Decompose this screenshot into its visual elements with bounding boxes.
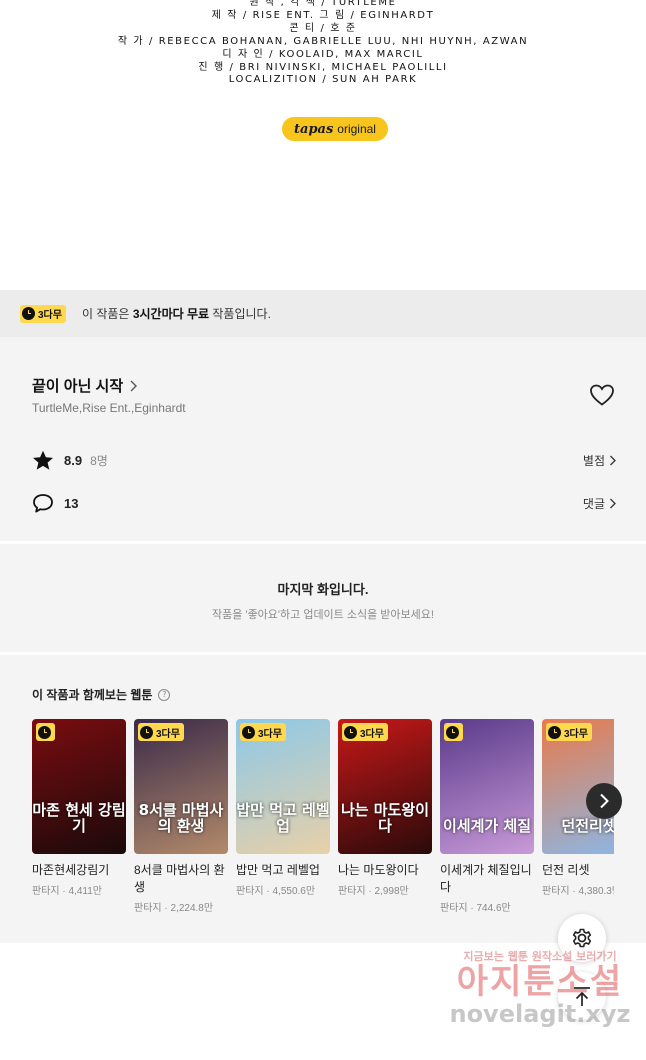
recommendation-meta: 판타지 · 4,380.3만 <box>542 886 614 897</box>
last-episode-heading: 마지막 화입니다. <box>277 582 369 597</box>
credit-line: 콘 티 / 호 준 <box>289 22 357 34</box>
chevron-right-icon <box>610 455 616 466</box>
series-info: 끝이 아닌 시작 TurtleMe,Rise Ent.,Eginhardt 8.… <box>0 337 646 541</box>
credit-line: 작 가 / REBECCA BOHANAN, GABRIELLE LUU, NH… <box>117 35 529 47</box>
like-heart-button[interactable] <box>589 383 615 407</box>
recommendation-card[interactable]: 3다무 밥만 먹고 레벨업 밥만 먹고 레벨업 판타지 · 4,550.6만 <box>236 719 330 914</box>
cover-title: 8서클 마법사의 환생 <box>138 801 224 835</box>
wait-free-label: 3다무 <box>564 728 588 740</box>
credit-line: 원 작 , 각 색 / TURTLEME <box>249 0 397 8</box>
watermark-line3: novelagit.xyz <box>449 1000 631 1028</box>
tapas-original-label: original <box>337 122 376 136</box>
recommendation-title: 이세계가 체질입니다 <box>440 863 532 894</box>
comment-icon <box>33 494 53 513</box>
series-authors: TurtleMe,Rise Ent.,Eginhardt <box>32 401 186 415</box>
cover-thumbnail: 이세계가 체질 <box>440 719 534 854</box>
cover-title: 밥만 먹고 레벨업 <box>236 801 330 835</box>
wait-free-badge: 3다무 <box>138 723 184 741</box>
recommendation-card[interactable]: 이세계가 체질이세계가 체질입니다판타지 · 744.6만 <box>440 719 534 914</box>
watermark-line2: 아지툰소설 <box>456 962 624 1002</box>
comments-link[interactable]: 댓글 <box>583 495 616 512</box>
last-episode-sub: 작품을 '좋아요'하고 업데이트 소식을 받아보세요! <box>212 609 434 621</box>
site-watermark: 지금보는 웹툰 원작소설 보러가기 아지툰소설 novelagit.xyz <box>440 948 640 1048</box>
recommendation-card[interactable]: 3다무 나는 마도왕이다 나는 마도왕이다 판타지 · 2,998만 <box>338 719 432 914</box>
recommendations-title: 이 작품과 함께보는 웹툰 <box>32 688 153 702</box>
free-message: 이 작품은 3시간마다 무료 작품입니다. <box>82 305 271 322</box>
recommendation-title: 던전 리셋 <box>542 863 590 877</box>
free-message-prefix: 이 작품은 <box>81 307 133 321</box>
cover-title: 나는 마도왕이다 <box>340 801 430 835</box>
cover-thumbnail: 3다무나는 마도왕이다 <box>338 719 432 854</box>
recommendation-title: 밥만 먹고 레벨업 <box>236 863 320 877</box>
wait-free-label: 3다무 <box>156 728 180 740</box>
series-title: 끝이 아닌 시작 <box>32 378 124 395</box>
free-message-bold: 3시간마다 무료 <box>132 307 210 321</box>
recommendations-list: 마존 현세 강림기마존현세강림기판타지 · 4,411만 3다무 8서클 마법사의 … <box>32 719 614 914</box>
chevron-right-icon <box>610 498 616 509</box>
credit-line: 제 작 / RISE ENT. 그 림 / EGINHARDT <box>211 9 435 21</box>
recommendation-meta: 판타지 · 744.6만 <box>440 903 511 914</box>
cover-thumbnail: 3다무 8서클 마법사의 환생 <box>134 719 228 854</box>
comment-count: 13 <box>64 496 79 511</box>
carousel-next-button[interactable] <box>586 783 622 819</box>
chevron-right-icon <box>600 793 609 809</box>
wait-free-badge <box>36 723 55 741</box>
rating-link[interactable]: 별점 <box>583 452 616 469</box>
recommendation-meta: 판타지 · 2,224.8만 <box>134 903 214 914</box>
last-episode-notice: 마지막 화입니다. 작품을 '좋아요'하고 업데이트 소식을 받아보세요! <box>0 544 646 652</box>
recommendations-section: 이 작품과 함께보는 웹툰 ? 마존 현세 강림기마존현세강림기판타지 · 4,… <box>0 655 646 943</box>
recommendation-title: 나는 마도왕이다 <box>338 863 419 877</box>
wait-free-label: 3다무 <box>360 728 384 740</box>
cover-title: 이세계가 체질 <box>442 817 532 835</box>
recommendation-meta: 판타지 · 4,550.6만 <box>236 886 316 897</box>
recommendation-meta: 판타지 · 4,411만 <box>32 886 102 897</box>
rating-link-label: 별점 <box>582 454 605 468</box>
clock-icon <box>446 725 459 739</box>
tapas-logo: tapas <box>294 121 334 137</box>
clock-icon <box>38 725 51 739</box>
wait-free-badge: 3다무 <box>342 723 388 741</box>
cover-title: 마존 현세 강림기 <box>32 801 126 835</box>
cover-thumbnail: 마존 현세 강림기 <box>32 719 126 854</box>
rating-row: 8.9 8명 별점 <box>32 450 616 471</box>
recommendation-title: 8서클 마법사의 환생 <box>134 863 225 894</box>
star-icon <box>33 450 53 470</box>
clock-icon <box>242 725 255 739</box>
wait-free-label: 3다무 <box>38 310 62 321</box>
credits-block: 원 작 , 각 색 / TURTLEME 제 작 / RISE ENT. 그 림… <box>0 0 646 87</box>
free-message-suffix: 작품입니다. <box>209 307 271 321</box>
credit-line: LOCALIZITION / SUN AH PARK <box>228 74 418 86</box>
recommendation-title: 마존현세강림기 <box>32 863 110 877</box>
cover-title: 던전리셋 <box>561 817 614 835</box>
chevron-right-icon <box>130 380 138 391</box>
wait-free-badge <box>444 723 463 741</box>
wait-free-label: 3다무 <box>258 728 282 740</box>
comments-link-label: 댓글 <box>582 497 605 511</box>
recommendations-carousel[interactable]: 마존 현세 강림기마존현세강림기판타지 · 4,411만 3다무 8서클 마법사의 … <box>32 719 614 939</box>
clock-icon <box>548 725 561 739</box>
wait-free-badge: 3다무 <box>546 723 592 741</box>
clock-icon <box>140 725 153 739</box>
rating-count: 8명 <box>90 454 108 468</box>
recommendation-card[interactable]: 마존 현세 강림기마존현세강림기판타지 · 4,411만 <box>32 719 126 914</box>
gear-icon <box>572 928 592 948</box>
recommendation-card[interactable]: 3다무 8서클 마법사의 환생 8서클 마법사의 환생판타지 · 2,224.8만 <box>134 719 228 914</box>
series-title-link[interactable]: 끝이 아닌 시작 <box>32 375 138 396</box>
wait-free-badge: 3다무 <box>20 304 66 323</box>
help-icon[interactable]: ? <box>158 688 171 701</box>
cover-thumbnail: 3다무밥만 먹고 레벨업 <box>236 719 330 854</box>
credit-line: 진 행 / BRI NIVINSKI, MICHAEL PAOLILLI <box>198 61 448 73</box>
wait-free-badge: 3다무 <box>240 723 286 741</box>
rating-value: 8.9 <box>64 453 83 468</box>
recommendations-header: 이 작품과 함께보는 웹툰 ? <box>32 686 171 703</box>
clock-icon <box>344 725 357 739</box>
comments-row: 13 댓글 <box>32 493 616 514</box>
credit-line: 디 자 인 / KOOLAID, MAX MARCIL <box>222 48 424 60</box>
clock-icon <box>22 307 35 320</box>
free-banner: 3다무 이 작품은 3시간마다 무료 작품입니다. <box>0 290 646 337</box>
tapas-original-badge: tapas original <box>282 117 388 141</box>
recommendation-meta: 판타지 · 2,998만 <box>338 886 409 897</box>
